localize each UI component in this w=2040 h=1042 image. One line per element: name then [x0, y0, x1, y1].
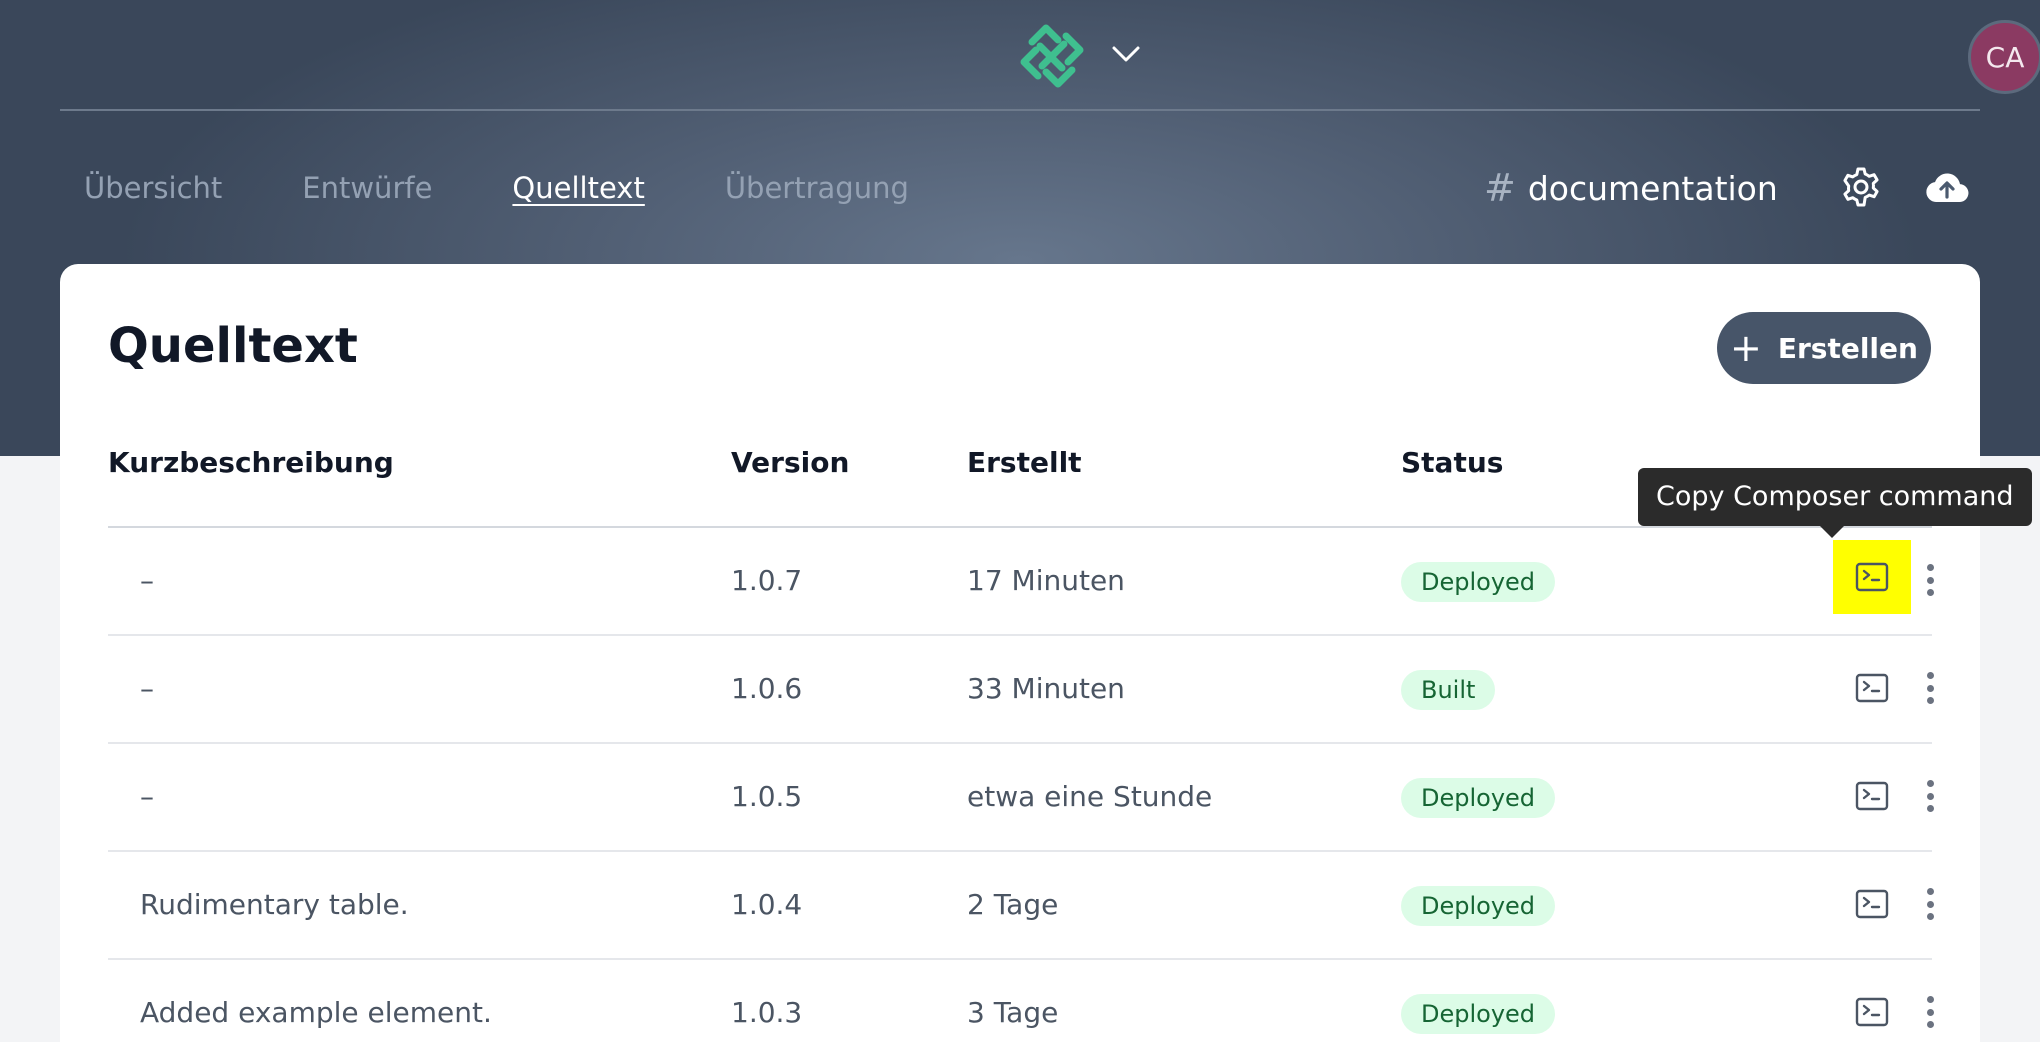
status-badge: Deployed [1401, 994, 1556, 1034]
table-row: – 1.0.6 33 Minuten Built [108, 636, 1934, 744]
more-options-icon[interactable] [1920, 560, 1940, 600]
column-header-created: Erstellt [967, 446, 1082, 479]
copy-composer-command-button[interactable] [1854, 778, 1890, 814]
row-created: 17 Minuten [967, 564, 1125, 597]
copy-composer-command-button[interactable] [1854, 994, 1890, 1030]
plus-icon: + [1730, 326, 1762, 370]
create-button-label: Erstellen [1777, 331, 1918, 365]
app-logo-icon[interactable] [1018, 22, 1086, 90]
row-created: etwa eine Stunde [967, 780, 1213, 813]
row-description: – [140, 672, 154, 705]
cloud-upload-icon[interactable] [1924, 166, 1970, 208]
top-bar: CA [60, 0, 2040, 111]
tooltip: Copy Composer command [1638, 468, 2032, 538]
row-created: 2 Tage [967, 888, 1059, 921]
main-nav: Übersicht Entwürfe Quelltext Übertragung [84, 168, 909, 208]
more-options-icon[interactable] [1920, 992, 1940, 1032]
column-header-status: Status [1401, 446, 1504, 479]
column-header-description: Kurzbeschreibung [108, 446, 394, 479]
status-badge: Deployed [1401, 778, 1556, 818]
status-badge: Deployed [1401, 886, 1556, 926]
terminal-icon [1855, 781, 1889, 811]
row-version: 1.0.7 [731, 564, 803, 597]
gear-icon[interactable] [1840, 166, 1882, 208]
table-row: Added example element. 1.0.3 3 Tage Depl… [108, 960, 1934, 1042]
more-options-icon[interactable] [1920, 668, 1940, 708]
project-name: documentation [1527, 168, 1778, 208]
more-options-icon[interactable] [1920, 884, 1940, 924]
row-created: 3 Tage [967, 996, 1059, 1029]
table-row: – 1.0.7 17 Minuten Deployed [108, 528, 1934, 636]
column-header-version: Version [731, 446, 850, 479]
row-version: 1.0.3 [731, 996, 803, 1029]
copy-composer-command-button[interactable] [1854, 886, 1890, 922]
tab-uebertragung[interactable]: Übertragung [725, 168, 909, 208]
terminal-icon [1855, 997, 1889, 1027]
terminal-icon [1855, 562, 1889, 592]
more-options-icon[interactable] [1920, 776, 1940, 816]
row-created: 33 Minuten [967, 672, 1125, 705]
status-badge: Built [1401, 670, 1496, 710]
project-selector[interactable]: # documentation [1484, 166, 1778, 210]
row-description: – [140, 564, 154, 597]
tab-uebersicht[interactable]: Übersicht [84, 168, 222, 208]
table-row: – 1.0.5 etwa eine Stunde Deployed [108, 744, 1934, 852]
user-avatar[interactable]: CA [1968, 20, 2040, 94]
row-description: Added example element. [140, 996, 492, 1029]
row-description: – [140, 780, 154, 813]
row-version: 1.0.4 [731, 888, 803, 921]
row-version: 1.0.5 [731, 780, 803, 813]
tab-quelltext[interactable]: Quelltext [512, 168, 644, 208]
copy-composer-command-button[interactable] [1854, 670, 1890, 706]
hash-icon: # [1484, 166, 1516, 210]
table-row: Rudimentary table. 1.0.4 2 Tage Deployed [108, 852, 1934, 960]
avatar-initials: CA [1985, 40, 2025, 74]
create-button[interactable]: + Erstellen [1717, 312, 1931, 384]
status-badge: Deployed [1401, 562, 1556, 602]
tab-entwuerfe[interactable]: Entwürfe [302, 168, 432, 208]
terminal-icon [1855, 673, 1889, 703]
row-version: 1.0.6 [731, 672, 803, 705]
row-description: Rudimentary table. [140, 888, 409, 921]
chevron-down-icon[interactable] [1108, 36, 1144, 72]
page-title: Quelltext [108, 318, 358, 374]
content-card: Quelltext + Erstellen Kurzbeschreibung V… [60, 264, 1980, 1042]
copy-composer-command-button[interactable] [1833, 540, 1911, 614]
terminal-icon [1855, 889, 1889, 919]
